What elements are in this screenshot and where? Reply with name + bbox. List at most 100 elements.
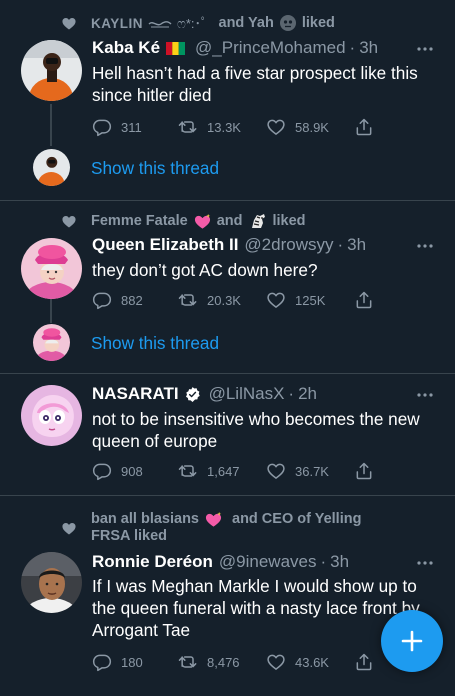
tweet-4[interactable]: ban all blasians and CEO of Yelling FRSA… [0, 496, 455, 696]
more-icon[interactable] [417, 47, 433, 51]
handle[interactable]: @LilNasX [209, 383, 285, 405]
yah-emoji-icon [279, 15, 296, 31]
display-name[interactable]: NASARATI [92, 383, 179, 405]
like-count: 58.9K [295, 119, 329, 135]
avatar-image [21, 385, 82, 446]
compose-button[interactable] [381, 610, 443, 672]
like-count: 125K [295, 292, 326, 308]
like-count: 43.6K [295, 654, 329, 670]
like-icon [266, 461, 286, 481]
share-button[interactable] [354, 651, 374, 673]
thread-line [50, 104, 52, 146]
timestamp[interactable]: 3h [359, 37, 378, 59]
timestamp[interactable]: 3h [330, 551, 349, 573]
share-icon [354, 290, 374, 310]
like-button[interactable]: 125K [266, 289, 325, 311]
reply-count: 311 [121, 119, 142, 135]
retweet-button[interactable]: 13.3K [178, 116, 241, 138]
tweet-text: Hell hasn’t had a five star prospect lik… [92, 63, 418, 105]
avatar[interactable] [21, 238, 82, 299]
share-icon [354, 117, 374, 137]
display-name[interactable]: Queen Elizabeth II [92, 234, 238, 256]
more-icon[interactable] [417, 561, 433, 565]
thread-avatar[interactable] [33, 324, 70, 361]
reply-icon [92, 652, 112, 672]
timestamp[interactable]: 3h [347, 234, 366, 256]
tweet-1[interactable]: KAYLIN ෆ*:･ﾟ and Yah liked Kaba Ké @_Pri… [0, 0, 455, 201]
tweet-header: NASARATI @LilNasX · 2h [92, 383, 433, 405]
handle[interactable]: @9inewaves [219, 551, 317, 573]
share-icon [354, 461, 374, 481]
thread-avatar[interactable] [33, 149, 70, 186]
tweet-text: not to be insensitive who becomes the ne… [92, 409, 420, 451]
avatar-image [21, 238, 82, 299]
display-name[interactable]: Kaba Ké [92, 37, 160, 59]
social-context: Femme Fatale and liked [64, 212, 306, 230]
like-icon [266, 652, 286, 672]
timestamp[interactable]: 2h [298, 383, 317, 405]
tweet-actions: 882 20.3K 125K [92, 289, 382, 311]
reply-icon [92, 461, 112, 481]
tweet-3[interactable]: NASARATI @LilNasX · 2h not to be insensi… [0, 374, 455, 496]
social-and: and [216, 212, 243, 229]
reply-count: 908 [121, 463, 143, 479]
more-icon[interactable] [417, 393, 433, 397]
share-button[interactable] [354, 289, 374, 311]
tweet-2[interactable]: Femme Fatale and liked Queen Elizabeth I… [0, 201, 455, 374]
social-context: KAYLIN ෆ*:･ﾟ and Yah liked [64, 14, 335, 32]
separator: · [337, 235, 344, 254]
social-name-1[interactable]: ban all blasians [91, 511, 199, 528]
social-liked: liked [272, 212, 306, 229]
retweet-count: 20.3K [207, 292, 241, 308]
social-name-decoration: ෆ*:･ﾟ [177, 15, 208, 31]
show-thread-link[interactable]: Show this thread [91, 157, 219, 179]
reply-button[interactable]: 180 [92, 651, 143, 673]
handle[interactable]: @2drowsyy [244, 234, 333, 256]
reply-count: 882 [121, 292, 143, 308]
more-icon[interactable] [417, 244, 433, 248]
social-name-1[interactable]: Femme Fatale [91, 213, 188, 230]
heart-icon [61, 521, 77, 536]
like-icon [266, 290, 286, 310]
tweet-actions: 908 1,647 36.7K [92, 460, 382, 482]
compose-icon [401, 630, 423, 652]
tweet-header: Ronnie Deréon @9inewaves · 3h [92, 551, 433, 573]
handle[interactable]: @_PrinceMohamed [195, 37, 346, 59]
social-context: ban all blasians and CEO of Yelling FRSA… [64, 511, 361, 545]
like-button[interactable]: 58.9K [266, 116, 329, 138]
reply-icon [92, 117, 112, 137]
retweet-button[interactable]: 1,647 [178, 460, 240, 482]
thread-avatar-image [33, 149, 70, 186]
like-icon [266, 117, 286, 137]
social-line-2: FRSA liked [91, 528, 168, 544]
reply-button[interactable]: 908 [92, 460, 143, 482]
reply-button[interactable]: 311 [92, 116, 142, 138]
tweet-actions: 180 8,476 43.6K [92, 651, 382, 673]
social-liked: liked [301, 14, 335, 31]
reply-icon [92, 290, 112, 310]
share-button[interactable] [354, 460, 374, 482]
tweet-header: Queen Elizabeth II @2drowsyy · 3h [92, 234, 433, 256]
avatar[interactable] [21, 385, 82, 446]
display-name[interactable]: Ronnie Deréon [92, 551, 213, 573]
share-button[interactable] [354, 116, 374, 138]
retweet-count: 1,647 [207, 463, 240, 479]
retweet-button[interactable]: 20.3K [178, 289, 241, 311]
like-button[interactable]: 43.6K [266, 651, 329, 673]
like-button[interactable]: 36.7K [266, 460, 329, 482]
retweet-icon [178, 652, 198, 672]
reply-count: 180 [121, 654, 143, 670]
social-and-2: and CEO of Yelling [232, 511, 362, 527]
retweet-icon [178, 290, 198, 310]
retweet-icon [178, 117, 198, 137]
show-thread-link[interactable]: Show this thread [91, 332, 219, 354]
thread-line [50, 299, 52, 323]
retweet-count: 8,476 [207, 654, 240, 670]
reply-button[interactable]: 882 [92, 289, 143, 311]
wave-icon [148, 21, 172, 28]
retweet-button[interactable]: 8,476 [178, 651, 240, 673]
avatar[interactable] [21, 40, 82, 101]
social-name-1[interactable]: KAYLIN [91, 15, 143, 32]
avatar[interactable] [21, 552, 82, 613]
tweet-actions: 311 13.3K 58.9K [92, 116, 382, 138]
